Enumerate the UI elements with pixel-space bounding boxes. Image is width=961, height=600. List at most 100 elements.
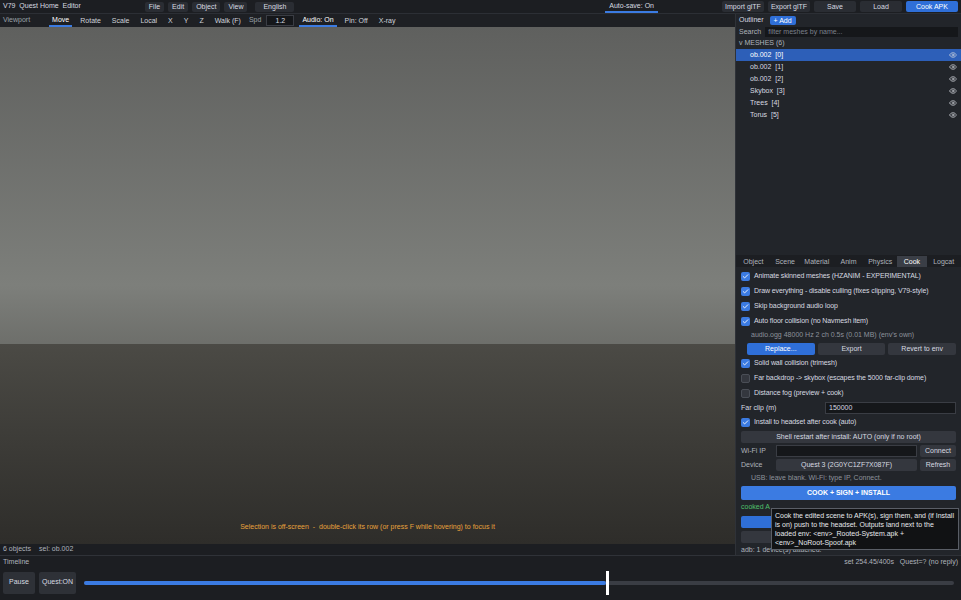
toolbar-label: Spd bbox=[249, 15, 261, 26]
checkbox[interactable] bbox=[741, 302, 750, 311]
toolbar-button[interactable]: Y bbox=[181, 16, 192, 26]
menu-item[interactable]: View bbox=[224, 2, 247, 12]
menu-item[interactable]: Object bbox=[192, 2, 220, 12]
properties-tab[interactable]: Logcat bbox=[928, 256, 959, 267]
top-button[interactable]: Load bbox=[860, 1, 902, 12]
side-panel: Outliner+ AddSearchfilter meshes by name… bbox=[735, 14, 961, 555]
checkbox[interactable] bbox=[741, 359, 750, 368]
toolbar-button[interactable]: Local bbox=[137, 16, 160, 26]
autosave-toggle[interactable]: Auto-save: On bbox=[605, 1, 658, 13]
timeline-slider[interactable] bbox=[84, 571, 954, 595]
properties-tab[interactable]: Physics bbox=[865, 256, 896, 267]
checkbox[interactable] bbox=[741, 287, 750, 296]
wide-button[interactable]: Shell restart after install: AUTO (only … bbox=[741, 431, 956, 443]
top-button[interactable]: Cook APK bbox=[906, 1, 958, 12]
editor-window: V79 Quest Home Editor File Edit Object View E… bbox=[0, 0, 961, 600]
toolbar-button[interactable]: Move bbox=[49, 15, 72, 27]
field-row: Far clip (m)150000 bbox=[741, 402, 956, 414]
field-input[interactable] bbox=[776, 445, 917, 457]
checkbox[interactable] bbox=[741, 389, 750, 398]
selection-status: sel: ob.002 bbox=[39, 544, 73, 555]
speed-input[interactable]: 1.2 bbox=[266, 15, 294, 26]
top-button[interactable]: Export glTF bbox=[768, 1, 810, 12]
group-header[interactable]: v MESHES (6) bbox=[736, 38, 961, 49]
checkbox[interactable] bbox=[741, 317, 750, 326]
properties: ObjectSceneMaterialAnimPhysicsCookLogcat… bbox=[736, 255, 961, 555]
timeline-thumb[interactable] bbox=[606, 571, 609, 595]
eye-icon[interactable] bbox=[949, 75, 957, 83]
timeline-button[interactable]: Pause bbox=[3, 572, 35, 594]
toolbar-button[interactable]: Audio: On bbox=[299, 15, 336, 27]
outliner-row[interactable]: Skybox [3] bbox=[736, 85, 961, 97]
eye-icon[interactable] bbox=[949, 87, 957, 95]
toolbar-button[interactable]: Rotate bbox=[77, 16, 104, 26]
viewport-hint: Selection is off-screen - double-click i… bbox=[0, 522, 735, 533]
status-bar: 6 objectssel: ob.002 bbox=[0, 544, 735, 555]
action-button[interactable]: Revert to env bbox=[888, 343, 956, 355]
checkbox[interactable] bbox=[741, 418, 750, 427]
checkbox-row[interactable]: Skip background audio loop bbox=[741, 300, 956, 313]
checkbox[interactable] bbox=[741, 272, 750, 281]
outliner-row[interactable]: ob.002 [0] bbox=[736, 49, 961, 61]
check-icon bbox=[742, 288, 749, 295]
field-label: Device bbox=[741, 460, 773, 471]
checkbox-label: Install to headset after cook (auto) bbox=[754, 417, 856, 428]
properties-tab[interactable]: Object bbox=[738, 256, 769, 267]
properties-tab[interactable]: Material bbox=[801, 256, 832, 267]
checkbox-label: Animate skinned meshes (HZANIM - EXPERIM… bbox=[754, 271, 921, 282]
menu-item[interactable]: File bbox=[145, 2, 164, 12]
outliner-row[interactable]: ob.002 [1] bbox=[736, 61, 961, 73]
checkbox-label: Auto floor collision (no Navmesh item) bbox=[754, 316, 868, 327]
menu-item[interactable]: Edit bbox=[168, 2, 188, 12]
check-icon bbox=[742, 303, 749, 310]
cook-button[interactable]: COOK + SIGN + INSTALL bbox=[741, 486, 956, 500]
info-text: audio.ogg 48000 Hz 2 ch 0.5s (0.01 MB) (… bbox=[741, 330, 956, 341]
toolbar-button[interactable]: Pin: Off bbox=[342, 16, 371, 26]
properties-tabs: ObjectSceneMaterialAnimPhysicsCookLogcat bbox=[736, 255, 961, 267]
eye-icon[interactable] bbox=[949, 99, 957, 107]
checkbox-row[interactable]: Far backdrop -> skybox (escapes the 5000… bbox=[741, 372, 956, 385]
toolbar-button[interactable]: X-ray bbox=[376, 16, 399, 26]
action-button[interactable]: Export bbox=[818, 343, 886, 355]
checkbox-row[interactable]: Draw everything - disable culling (fixes… bbox=[741, 285, 956, 298]
toolbar-label: Viewport bbox=[3, 15, 30, 26]
toolbar-button[interactable]: Scale bbox=[109, 16, 133, 26]
checkbox-row[interactable]: Auto floor collision (no Navmesh item) bbox=[741, 315, 956, 328]
checkbox-row[interactable]: Distance fog (preview + cook) bbox=[741, 387, 956, 400]
search-input[interactable]: filter meshes by name... bbox=[765, 27, 958, 37]
top-button[interactable]: Save bbox=[814, 1, 856, 12]
checkbox-row[interactable]: Solid wall collision (trimesh) bbox=[741, 357, 956, 370]
top-button[interactable]: Import glTF bbox=[722, 1, 764, 12]
outliner-row[interactable]: ob.002 [2] bbox=[736, 73, 961, 85]
timeline-status: set 254.45/400s Quest=? (no reply) bbox=[844, 557, 958, 568]
checkbox-row[interactable]: Animate skinned meshes (HZANIM - EXPERIM… bbox=[741, 270, 956, 283]
toolbar-button[interactable]: Z bbox=[196, 16, 206, 26]
eye-icon[interactable] bbox=[949, 111, 957, 119]
checkbox[interactable] bbox=[741, 374, 750, 383]
properties-tab[interactable]: Cook bbox=[897, 256, 928, 267]
action-button[interactable]: Replace... bbox=[747, 343, 815, 355]
timeline-title: Timeline bbox=[3, 557, 844, 568]
language-button[interactable]: English bbox=[255, 2, 294, 12]
field-input[interactable]: 150000 bbox=[825, 402, 956, 415]
outliner-row[interactable]: Trees [4] bbox=[736, 97, 961, 109]
side-button[interactable]: Connect bbox=[920, 445, 956, 457]
field-button-row: DeviceQuest 3 (2G0YC1ZF7X087F)Refresh bbox=[741, 459, 956, 471]
properties-tab[interactable]: Scene bbox=[770, 256, 801, 267]
eye-icon[interactable] bbox=[949, 63, 957, 71]
outliner-row[interactable]: Torus [5] bbox=[736, 109, 961, 121]
eye-icon[interactable] bbox=[949, 51, 957, 59]
toolbar-button[interactable]: Walk (F) bbox=[212, 16, 244, 26]
timeline-fill bbox=[84, 581, 606, 585]
field-label: Wi-Fi IP bbox=[741, 446, 773, 457]
app-title: V79 Quest Home Editor bbox=[3, 1, 81, 12]
checkbox-row[interactable]: Install to headset after cook (auto) bbox=[741, 416, 956, 429]
add-button[interactable]: + Add bbox=[770, 16, 796, 25]
check-icon bbox=[742, 273, 749, 280]
viewport[interactable]: Selection is off-screen - double-click i… bbox=[0, 27, 735, 544]
properties-tab[interactable]: Anim bbox=[833, 256, 864, 267]
device-select[interactable]: Quest 3 (2G0YC1ZF7X087F) bbox=[776, 459, 917, 471]
timeline-button[interactable]: Quest:ON bbox=[39, 572, 76, 594]
toolbar-button[interactable]: X bbox=[165, 16, 176, 26]
side-button[interactable]: Refresh bbox=[920, 459, 956, 471]
